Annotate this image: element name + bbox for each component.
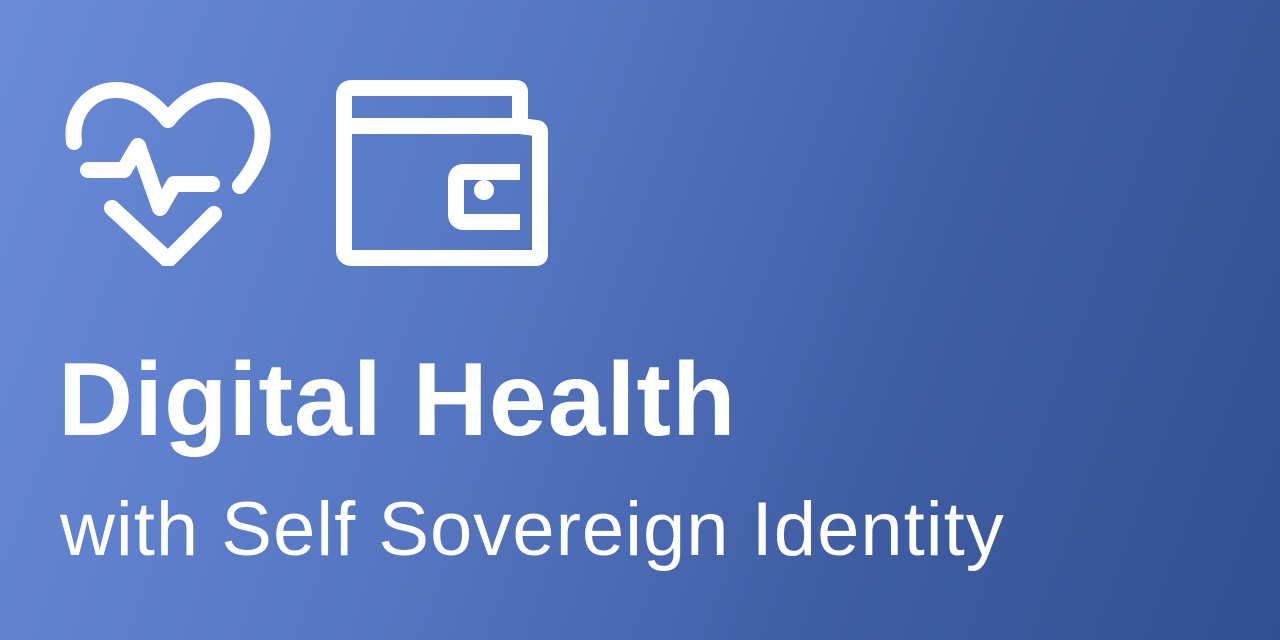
banner: Digital Health with Self Sovereign Ident… xyxy=(0,0,1280,640)
banner-subtitle: with Self Sovereign Identity xyxy=(60,487,1005,572)
heart-pulse-icon xyxy=(65,82,271,266)
wallet-icon xyxy=(336,80,548,266)
banner-title: Digital Health xyxy=(58,342,737,458)
